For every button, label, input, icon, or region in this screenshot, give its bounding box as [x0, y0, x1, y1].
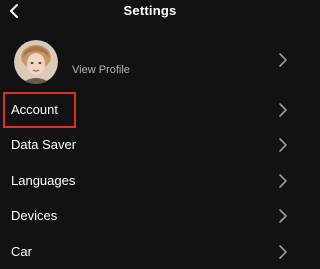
settings-item-label: Devices: [11, 208, 58, 223]
page-title: Settings: [123, 3, 177, 18]
highlight-box: [3, 92, 76, 128]
chevron-right-icon: [276, 52, 290, 68]
chevron-right-icon: [276, 173, 290, 189]
chevron-right-icon: [276, 102, 290, 118]
chevron-right-icon: [276, 208, 290, 224]
settings-item-languages[interactable]: Languages: [0, 164, 300, 198]
settings-item-devices[interactable]: Devices: [0, 199, 300, 233]
header: Settings: [0, 0, 300, 26]
settings-item-data-saver[interactable]: Data Saver: [0, 128, 300, 162]
chevron-right-icon: [276, 137, 290, 153]
settings-item-label: Languages: [11, 173, 76, 188]
settings-item-car[interactable]: Car: [0, 235, 300, 269]
view-profile-link[interactable]: View Profile: [72, 64, 130, 76]
avatar: [14, 40, 58, 84]
settings-item-label: Car: [11, 244, 32, 259]
chevron-right-icon: [276, 244, 290, 260]
settings-item-label: Data Saver: [11, 137, 77, 152]
profile-row[interactable]: View Profile: [0, 36, 300, 86]
